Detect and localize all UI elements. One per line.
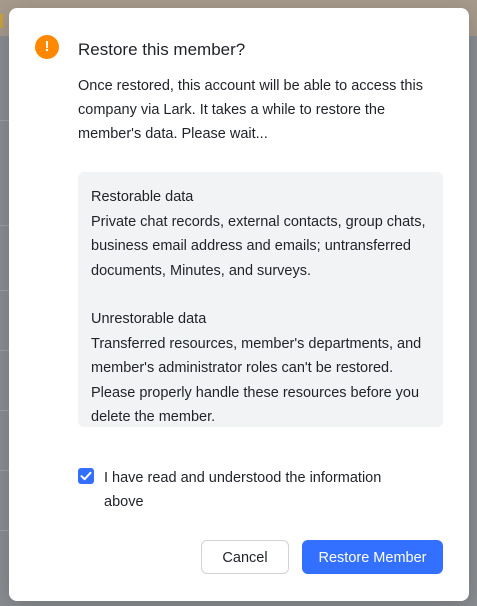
data-info-panel: Restorable data Private chat records, ex… [78,172,443,427]
cancel-button[interactable]: Cancel [201,540,289,574]
backdrop-accent-mark [0,14,3,28]
acknowledge-label[interactable]: I have read and understood the informati… [104,466,424,514]
warning-icon: ! [35,35,59,59]
dialog-description: Once restored, this account will be able… [78,78,423,142]
restore-member-dialog: ! Restore this member? Once restored, th… [9,8,469,601]
unrestorable-data-description: Transferred resources, member's departme… [91,335,422,426]
restorable-data-description: Private chat records, external contacts,… [91,213,426,279]
checkmark-icon [80,471,92,481]
restore-member-button[interactable]: Restore Member [302,540,443,574]
restorable-data-heading: Restorable data [91,189,194,205]
dialog-title: Restore this member? [78,40,246,59]
acknowledge-checkbox[interactable] [78,468,94,484]
unrestorable-data-heading: Unrestorable data [91,311,207,327]
